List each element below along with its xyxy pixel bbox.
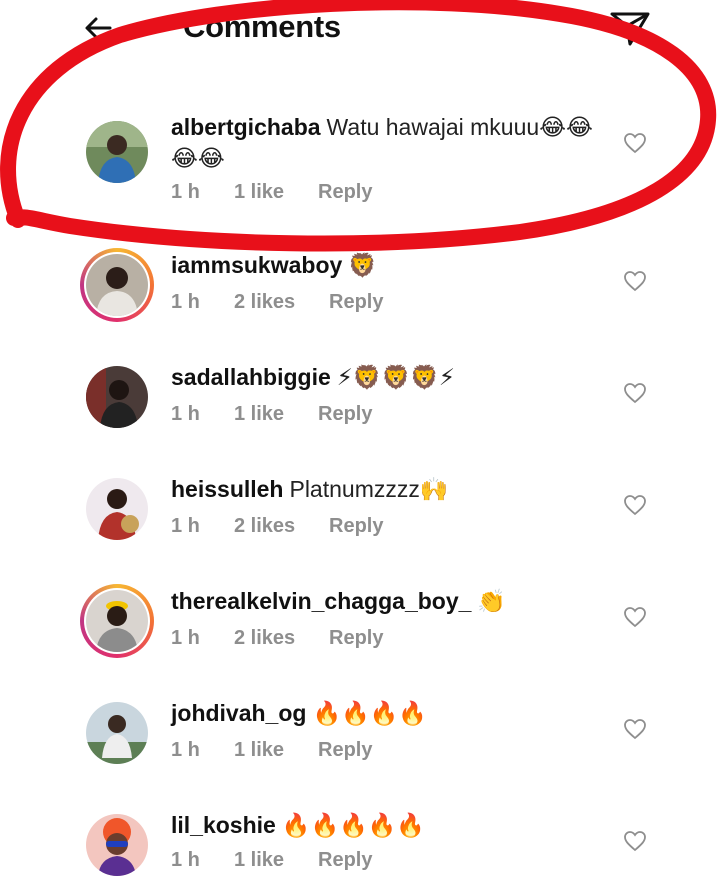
comment-username[interactable]: therealkelvin_chagga_boy_ (171, 588, 471, 614)
comment-row: therealkelvin_chagga_boy_ 👏 1 h 2 likes R… (0, 584, 720, 684)
avatar[interactable] (80, 808, 154, 882)
comment-text: johdivah_og 🔥🔥🔥🔥 (171, 698, 601, 729)
reply-button[interactable]: Reply (318, 849, 372, 872)
comment-body: 🦁 (348, 252, 377, 278)
avatar-photo (86, 254, 148, 316)
avatar-photo (86, 702, 148, 764)
comment-meta: 1 h 2 likes Reply (171, 627, 383, 650)
reply-button[interactable]: Reply (329, 515, 383, 538)
heart-icon[interactable] (623, 718, 647, 740)
comment-meta: 1 h 2 likes Reply (171, 515, 383, 538)
comment-time: 1 h (171, 291, 200, 313)
comment-row: albertgichaba Watu hawajai mkuuu😂😂😂😂 1 h … (0, 110, 720, 210)
comment-username[interactable]: heissulleh (171, 476, 283, 502)
heart-icon[interactable] (623, 606, 647, 628)
comment-row: johdivah_og 🔥🔥🔥🔥 1 h 1 like Reply (0, 696, 720, 796)
reply-button[interactable]: Reply (329, 627, 383, 650)
comment-likes[interactable]: 1 like (234, 849, 318, 872)
comment-username[interactable]: iammsukwaboy (171, 252, 342, 278)
comment-body: ⚡🦁🦁🦁⚡ (336, 364, 455, 390)
reply-button[interactable]: Reply (318, 739, 372, 762)
comment-username[interactable]: lil_koshie (171, 812, 276, 838)
avatar-photo (86, 814, 148, 876)
comment-likes[interactable]: 2 likes (234, 627, 329, 650)
comment-text: heissulleh Platnumzzzz🙌 (171, 474, 601, 505)
comment-likes[interactable]: 2 likes (234, 515, 329, 538)
heart-icon[interactable] (623, 494, 647, 516)
comment-row: heissulleh Platnumzzzz🙌 1 h 2 likes Reply (0, 472, 720, 572)
comment-body: 🔥🔥🔥🔥 (312, 700, 428, 726)
heart-icon[interactable] (623, 132, 647, 154)
avatar-photo (86, 478, 148, 540)
comment-meta: 1 h 2 likes Reply (171, 291, 383, 314)
comment-list: albertgichaba Watu hawajai mkuuu😂😂😂😂 1 h … (0, 0, 720, 882)
comment-meta: 1 h 1 like Reply (171, 849, 372, 872)
comment-time: 1 h (171, 849, 200, 871)
comment-time: 1 h (171, 739, 200, 761)
comment-likes[interactable]: 1 like (234, 739, 318, 762)
comment-meta: 1 h 1 like Reply (171, 181, 372, 204)
avatar[interactable] (80, 115, 154, 189)
reply-button[interactable]: Reply (329, 291, 383, 314)
comment-body: 🔥🔥🔥🔥🔥 (281, 812, 426, 838)
comment-username[interactable]: johdivah_og (171, 700, 306, 726)
heart-icon[interactable] (623, 830, 647, 852)
avatar-photo (86, 590, 148, 652)
comment-text: iammsukwaboy 🦁 (171, 250, 601, 281)
avatar[interactable] (80, 472, 154, 546)
comment-username[interactable]: sadallahbiggie (171, 364, 331, 390)
comment-text: albertgichaba Watu hawajai mkuuu😂😂😂😂 (171, 112, 601, 174)
reply-button[interactable]: Reply (318, 181, 372, 204)
comment-likes[interactable]: 1 like (234, 403, 318, 426)
comment-row: iammsukwaboy 🦁 1 h 2 likes Reply (0, 248, 720, 348)
comment-meta: 1 h 1 like Reply (171, 739, 372, 762)
comment-row: sadallahbiggie ⚡🦁🦁🦁⚡ 1 h 1 like Reply (0, 360, 720, 460)
comment-text: lil_koshie 🔥🔥🔥🔥🔥 (171, 810, 601, 841)
comment-body: Platnumzzzz🙌 (289, 476, 449, 502)
comment-row: lil_koshie 🔥🔥🔥🔥🔥 1 h 1 like Reply (0, 808, 720, 882)
comment-time: 1 h (171, 627, 200, 649)
comment-username[interactable]: albertgichaba (171, 114, 321, 140)
avatar-photo (86, 121, 148, 183)
heart-icon[interactable] (623, 382, 647, 404)
comment-meta: 1 h 1 like Reply (171, 403, 372, 426)
reply-button[interactable]: Reply (318, 403, 372, 426)
comment-text: sadallahbiggie ⚡🦁🦁🦁⚡ (171, 362, 601, 393)
comment-body: 👏 (477, 588, 507, 614)
comment-likes[interactable]: 2 likes (234, 291, 329, 314)
avatar[interactable] (80, 360, 154, 434)
avatar-photo (86, 366, 148, 428)
comment-likes[interactable]: 1 like (234, 181, 318, 204)
comment-time: 1 h (171, 181, 200, 203)
avatar-story-ring[interactable] (80, 584, 154, 658)
comment-time: 1 h (171, 515, 200, 537)
comment-text: therealkelvin_chagga_boy_ 👏 (171, 586, 601, 617)
avatar-story-ring[interactable] (80, 248, 154, 322)
avatar[interactable] (80, 696, 154, 770)
heart-icon[interactable] (623, 270, 647, 292)
comment-time: 1 h (171, 403, 200, 425)
